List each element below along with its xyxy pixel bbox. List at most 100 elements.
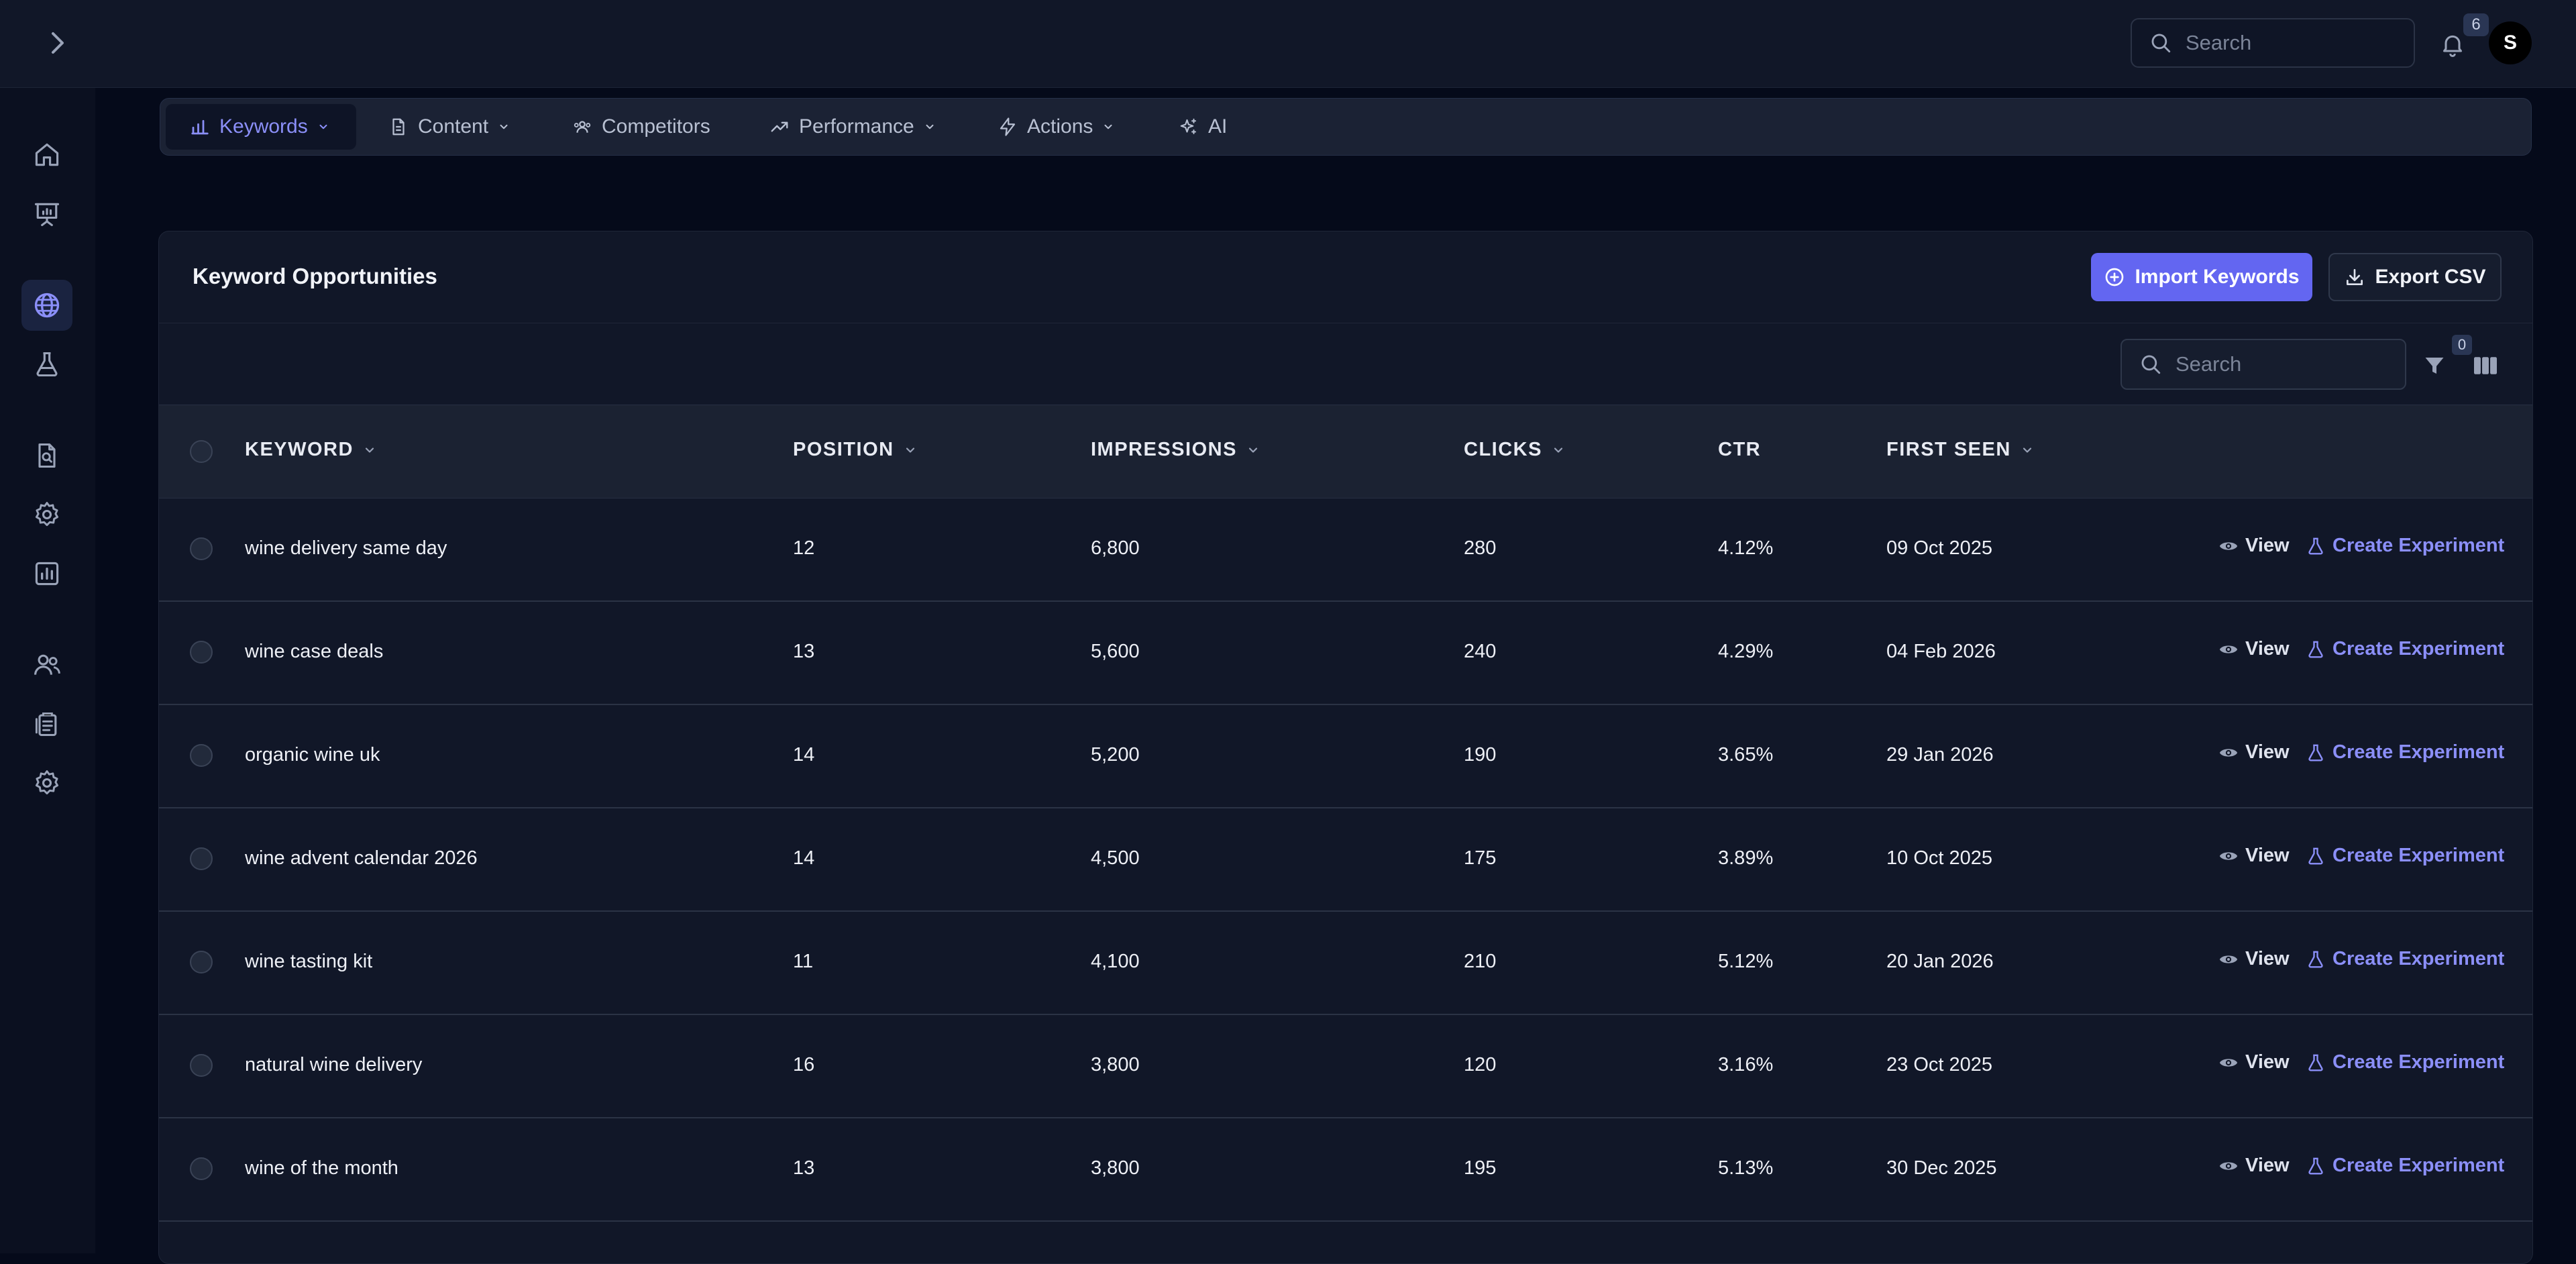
view-button[interactable]: View bbox=[2218, 845, 2290, 867]
table-header: KEYWORD POSITION IMPRESSIONS CLICKS CTR … bbox=[159, 405, 2532, 498]
ctr-cell: 3.65% bbox=[1718, 744, 1774, 766]
sidebar-item-file-search[interactable] bbox=[21, 430, 72, 481]
row-checkbox[interactable] bbox=[190, 641, 213, 664]
row-checkbox[interactable] bbox=[190, 1054, 213, 1077]
view-button[interactable]: View bbox=[2218, 535, 2290, 557]
column-header-position[interactable]: POSITION bbox=[793, 439, 917, 461]
first-seen-cell: 10 Oct 2025 bbox=[1886, 847, 1992, 869]
chevron-down-icon bbox=[904, 443, 917, 457]
table-row: natural wine delivery 16 3,800 120 3.16%… bbox=[159, 1015, 2532, 1118]
column-header-impressions[interactable]: IMPRESSIONS bbox=[1091, 439, 1260, 461]
row-checkbox[interactable] bbox=[190, 951, 213, 973]
create-experiment-label: Create Experiment bbox=[2332, 845, 2505, 866]
row-checkbox[interactable] bbox=[190, 537, 213, 560]
create-experiment-label: Create Experiment bbox=[2332, 535, 2505, 556]
create-experiment-button[interactable]: Create Experiment bbox=[2306, 741, 2504, 763]
bar-chart-icon bbox=[190, 117, 210, 137]
position-cell: 11 bbox=[793, 951, 814, 972]
create-experiment-button[interactable]: Create Experiment bbox=[2306, 845, 2504, 867]
create-experiment-button[interactable]: Create Experiment bbox=[2306, 1051, 2504, 1073]
keyword-cell: wine delivery same day bbox=[245, 537, 447, 559]
export-csv-button[interactable]: Export CSV bbox=[2328, 253, 2502, 301]
sidebar-item-reports[interactable] bbox=[21, 698, 72, 749]
select-all-checkbox[interactable] bbox=[190, 440, 213, 463]
column-header-label: CLICKS bbox=[1464, 439, 1542, 460]
first-seen-cell: 04 Feb 2026 bbox=[1886, 641, 1996, 662]
tab-content-label: Content bbox=[418, 115, 489, 138]
column-header-keyword[interactable]: KEYWORD bbox=[245, 439, 376, 461]
table-search[interactable] bbox=[2121, 339, 2406, 390]
global-search[interactable] bbox=[2131, 18, 2415, 68]
impressions-cell: 4,500 bbox=[1091, 847, 1140, 869]
tab-keywords[interactable]: Keywords bbox=[166, 104, 356, 150]
first-seen-cell: 23 Oct 2025 bbox=[1886, 1054, 1992, 1075]
global-search-input[interactable] bbox=[2184, 30, 2388, 56]
keyword-cell: organic wine uk bbox=[245, 744, 380, 766]
column-header-first-seen[interactable]: FIRST SEEN bbox=[1886, 439, 2034, 461]
tab-actions[interactable]: Actions bbox=[998, 104, 1114, 150]
clicks-cell: 190 bbox=[1464, 744, 1497, 766]
bar-chart-icon bbox=[32, 559, 62, 588]
view-button[interactable]: View bbox=[2218, 1051, 2290, 1073]
plus-circle-icon bbox=[2104, 266, 2125, 288]
home-icon bbox=[32, 140, 62, 170]
ctr-cell: 5.13% bbox=[1718, 1157, 1774, 1179]
row-checkbox[interactable] bbox=[190, 744, 213, 767]
create-experiment-button[interactable]: Create Experiment bbox=[2306, 948, 2504, 970]
tab-ai[interactable]: AI bbox=[1179, 104, 1227, 150]
expand-sidebar-button[interactable] bbox=[42, 27, 74, 59]
create-experiment-button[interactable]: Create Experiment bbox=[2306, 638, 2504, 660]
filter-button[interactable] bbox=[2420, 351, 2449, 380]
column-header-label: CTR bbox=[1718, 439, 1762, 460]
create-experiment-label: Create Experiment bbox=[2332, 1051, 2505, 1073]
view-button[interactable]: View bbox=[2218, 638, 2290, 660]
sidebar-item-users[interactable] bbox=[21, 639, 72, 690]
tab-performance[interactable]: Performance bbox=[769, 104, 936, 150]
create-experiment-button[interactable]: Create Experiment bbox=[2306, 535, 2504, 557]
flask-icon bbox=[2306, 743, 2332, 763]
chevron-down-icon bbox=[363, 443, 376, 457]
sparkles-icon bbox=[1179, 117, 1199, 137]
columns-button[interactable] bbox=[2471, 351, 2500, 380]
tab-content[interactable]: Content bbox=[388, 104, 510, 150]
column-header-clicks[interactable]: CLICKS bbox=[1464, 439, 1565, 461]
eye-icon bbox=[2218, 846, 2245, 866]
row-checkbox[interactable] bbox=[190, 847, 213, 870]
table-search-input[interactable] bbox=[2174, 352, 2378, 377]
tab-performance-label: Performance bbox=[799, 115, 914, 138]
file-search-icon bbox=[32, 441, 62, 470]
sidebar-item-globe[interactable] bbox=[21, 280, 72, 331]
clicks-cell: 210 bbox=[1464, 951, 1497, 972]
view-button[interactable]: View bbox=[2218, 948, 2290, 970]
sidebar-item-presentation[interactable] bbox=[21, 189, 72, 240]
presentation-chart-icon bbox=[32, 199, 62, 229]
impressions-cell: 6,800 bbox=[1091, 537, 1140, 559]
sidebar-item-preferences[interactable] bbox=[21, 757, 72, 808]
flask-icon bbox=[2306, 1156, 2332, 1176]
clicks-cell: 175 bbox=[1464, 847, 1497, 869]
sidebar-item-settings[interactable] bbox=[21, 489, 72, 540]
view-button[interactable]: View bbox=[2218, 741, 2290, 763]
sidebar-item-home[interactable] bbox=[21, 129, 72, 180]
tab-competitors[interactable]: Competitors bbox=[572, 104, 710, 150]
sidebar-item-analytics[interactable] bbox=[21, 548, 72, 599]
sidebar-item-experiments[interactable] bbox=[21, 339, 72, 390]
table-row: organic wine uk 14 5,200 190 3.65% 29 Ja… bbox=[159, 705, 2532, 808]
view-button[interactable]: View bbox=[2218, 1155, 2290, 1177]
flask-icon bbox=[2306, 639, 2332, 660]
row-checkbox[interactable] bbox=[190, 1157, 213, 1180]
keyword-cell: wine tasting kit bbox=[245, 951, 373, 972]
clicks-cell: 280 bbox=[1464, 537, 1497, 559]
create-experiment-button[interactable]: Create Experiment bbox=[2306, 1155, 2504, 1177]
user-avatar[interactable]: S bbox=[2489, 21, 2532, 64]
import-keywords-button[interactable]: Import Keywords bbox=[2091, 253, 2312, 301]
users-icon bbox=[572, 117, 592, 137]
ctr-cell: 5.12% bbox=[1718, 951, 1774, 972]
chevron-right-icon bbox=[49, 30, 66, 56]
ctr-cell: 3.89% bbox=[1718, 847, 1774, 869]
filter-count-badge: 0 bbox=[2452, 335, 2472, 355]
top-bar: 6 S bbox=[0, 0, 2576, 88]
import-keywords-label: Import Keywords bbox=[2135, 266, 2300, 288]
column-header-label: POSITION bbox=[793, 439, 894, 460]
view-label: View bbox=[2245, 535, 2290, 556]
